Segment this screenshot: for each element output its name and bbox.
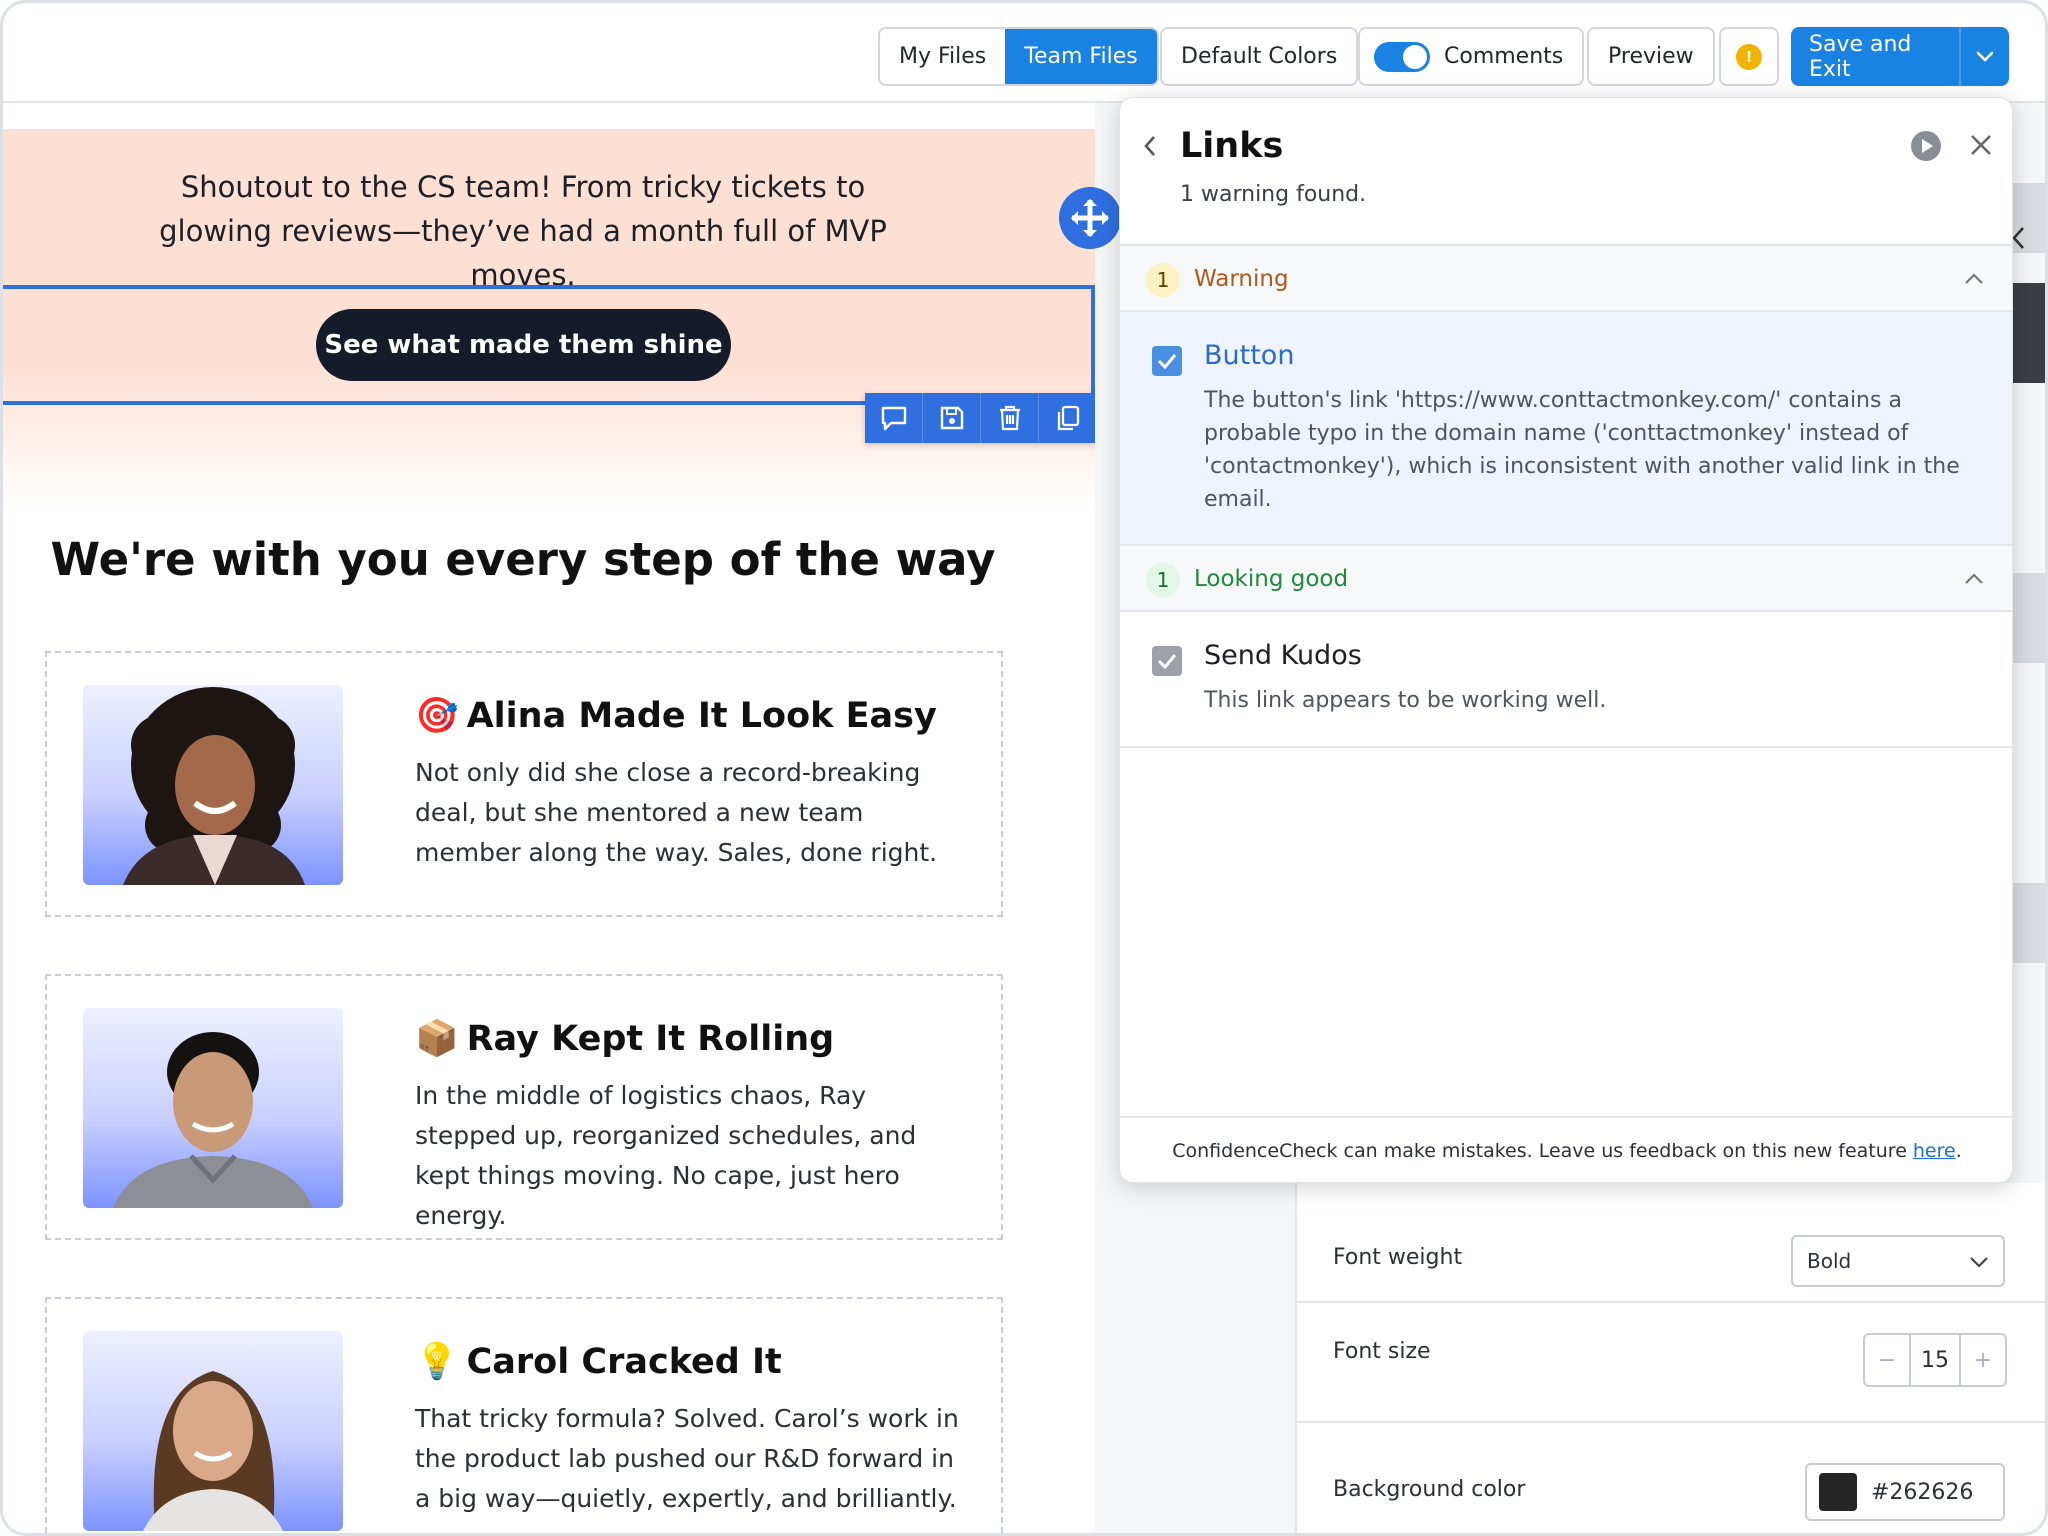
font-size-label: Font size (1333, 1339, 1431, 1364)
font-size-decrement-button[interactable]: − (1865, 1335, 1909, 1385)
comments-toggle-switch[interactable] (1374, 41, 1430, 72)
chevron-down-icon (1969, 1249, 1989, 1273)
preview-button[interactable]: Preview (1587, 27, 1715, 86)
duplicate-icon[interactable] (1039, 393, 1095, 443)
card-title-text: Ray Kept It Rolling (466, 1019, 835, 1059)
team-files-button[interactable]: Team Files (1005, 29, 1157, 84)
font-weight-label: Font weight (1333, 1245, 1463, 1270)
confidence-check-button[interactable]: ! (1719, 27, 1779, 86)
card-body: That tricky formula? Solved. Carol’s wor… (415, 1404, 959, 1513)
item-description: This link appears to be working well. (1204, 688, 1607, 713)
style-settings-panel: Font weight Bold Font size − 15 + Backgr… (1295, 1183, 2045, 1533)
warning-dot-icon: ! (1736, 43, 1762, 70)
item-title: Send Kudos (1204, 640, 1362, 671)
back-chevron-left-icon[interactable] (1142, 134, 1158, 162)
item-title: Button (1204, 340, 1295, 371)
font-weight-value: Bold (1807, 1249, 1852, 1273)
save-block-icon[interactable] (923, 393, 981, 443)
font-size-increment-button[interactable]: + (1961, 1335, 2005, 1385)
top-bar: My Files Team Files Default Colors Comme… (3, 3, 2045, 103)
card-title: 📦 Ray Kept It Rolling (415, 1018, 834, 1059)
background-color-row: Background color #262626 (1297, 1423, 2045, 1533)
side-tab-active (2013, 283, 2045, 383)
warning-section-label: Warning (1194, 266, 1289, 292)
panel-footer: ConfidenceCheck can make mistakes. Leave… (1120, 1116, 2012, 1182)
comment-icon[interactable] (865, 393, 923, 443)
card-body: In the middle of logistics chaos, Ray st… (415, 1081, 917, 1230)
card-title-text: Carol Cracked It (466, 1342, 782, 1382)
warning-count-badge: 1 (1146, 263, 1180, 297)
footer-period: . (1955, 1140, 1962, 1162)
save-options-chevron-down-icon[interactable] (1959, 27, 2009, 86)
panel-title: Links (1180, 126, 1284, 166)
default-colors-label: Default Colors (1181, 44, 1338, 69)
comments-toggle-button[interactable]: Comments (1358, 27, 1585, 86)
save-and-exit-button[interactable]: Save and Exit (1791, 27, 2009, 86)
font-size-stepper: − 15 + (1863, 1333, 2007, 1387)
files-segmented-control: My Files Team Files (878, 27, 1159, 86)
carol-photo (83, 1331, 343, 1531)
play-icon[interactable] (1910, 130, 1942, 166)
default-colors-button[interactable]: Default Colors (1160, 27, 1359, 86)
color-swatch[interactable] (1819, 1473, 1857, 1511)
chevron-up-icon[interactable] (1964, 570, 1984, 589)
chevron-up-icon[interactable] (1964, 270, 1984, 289)
background-color-value: #262626 (1871, 1479, 1974, 1505)
target-icon: 🎯 (415, 696, 459, 736)
looking-good-label: Looking good (1194, 566, 1349, 592)
checkbox-checked-icon[interactable] (1152, 646, 1182, 676)
card-title: 💡 Carol Cracked It (415, 1341, 782, 1382)
card-title: 🎯 Alina Made It Look Easy (415, 695, 937, 736)
font-weight-select[interactable]: Bold (1791, 1235, 2005, 1287)
shoutout-text: Shoutout to the CS team! From tricky tic… (3, 165, 1043, 297)
good-count-badge: 1 (1146, 563, 1180, 597)
side-tab (2013, 573, 2045, 663)
looking-good-section-header[interactable]: 1 Looking good (1120, 544, 2012, 612)
panel-subtitle: 1 warning found. (1180, 182, 1367, 207)
comments-label: Comments (1444, 44, 1564, 69)
card-body: Not only did she close a record-breaking… (415, 758, 938, 867)
see-what-made-them-shine-button[interactable]: See what made them shine (316, 309, 731, 381)
card-title-text: Alina Made It Look Easy (466, 696, 937, 736)
font-size-row: Font size − 15 + (1297, 1303, 2045, 1423)
warning-section-header[interactable]: 1 Warning (1120, 244, 2012, 312)
ray-photo (83, 1008, 343, 1208)
preview-label: Preview (1608, 44, 1694, 69)
my-files-button[interactable]: My Files (880, 29, 1006, 84)
footer-text: ConfidenceCheck can make mistakes. Leave… (1172, 1140, 1907, 1162)
kudos-card[interactable]: 📦 Ray Kept It Rolling In the middle of lo… (45, 974, 1003, 1240)
shoutout-paragraph: Shoutout to the CS team! From tricky tic… (159, 170, 887, 292)
links-check-panel: Links 1 warning found. 1 Warning Button … (1119, 97, 2013, 1183)
good-item-send-kudos[interactable]: Send Kudos This link appears to be worki… (1120, 612, 2012, 748)
kudos-card[interactable]: 💡 Carol Cracked It That tricky formula? S… (45, 1297, 1003, 1533)
section-title: We're with you every step of the way (50, 533, 996, 586)
close-icon[interactable] (1968, 132, 1994, 162)
warning-item-button[interactable]: Button The button's link 'https://www.co… (1120, 312, 2012, 546)
checkbox-checked-icon[interactable] (1152, 346, 1182, 376)
save-and-exit-label: Save and Exit (1809, 31, 1912, 82)
background-color-input[interactable]: #262626 (1805, 1463, 2005, 1521)
package-icon: 📦 (415, 1019, 459, 1059)
lightbulb-icon: 💡 (415, 1342, 459, 1382)
side-tab (2013, 883, 2045, 963)
alina-photo (83, 685, 343, 885)
email-canvas: Shoutout to the CS team! From tricky tic… (3, 103, 1095, 1533)
item-description: The button's link 'https://www.conttactm… (1204, 388, 1960, 512)
move-handle-icon[interactable] (1059, 187, 1121, 249)
shoutout-banner: Shoutout to the CS team! From tricky tic… (3, 129, 1095, 509)
app-window: My Files Team Files Default Colors Comme… (0, 0, 2048, 1536)
block-toolbar (865, 393, 1095, 443)
background-color-label: Background color (1333, 1477, 1526, 1502)
kudos-card[interactable]: 🎯 Alina Made It Look Easy Not only did sh… (45, 651, 1003, 917)
font-weight-row: Font weight Bold (1297, 1183, 2045, 1303)
font-size-value[interactable]: 15 (1909, 1335, 1961, 1385)
trash-icon[interactable] (981, 393, 1039, 443)
feedback-link[interactable]: here (1913, 1140, 1956, 1162)
